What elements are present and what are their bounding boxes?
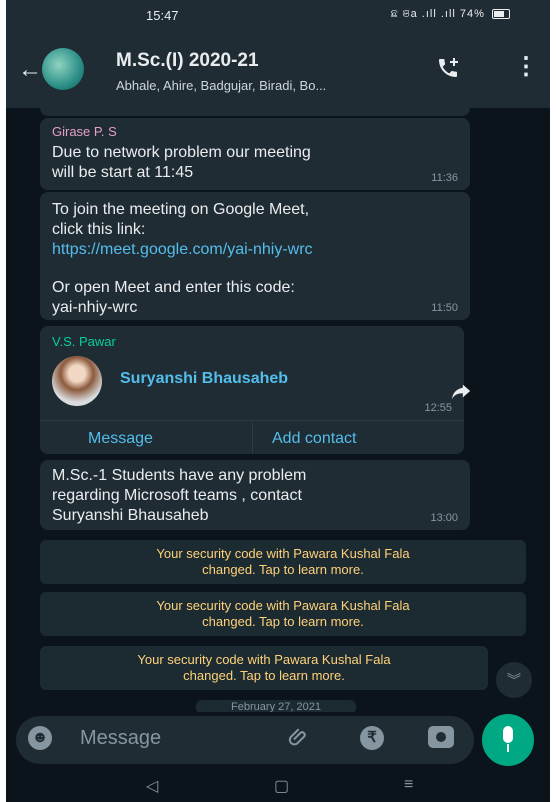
contact-name[interactable]: Suryanshi Bhausaheb bbox=[120, 370, 288, 388]
message-bubble[interactable]: M.Sc.-1 Students have any problem regard… bbox=[40, 460, 470, 530]
add-contact-button[interactable]: Add contact bbox=[272, 430, 357, 448]
message-time: 11:50 bbox=[431, 302, 458, 314]
contact-avatar[interactable] bbox=[52, 356, 102, 406]
emoji-icon[interactable]: ☻ bbox=[28, 726, 52, 750]
chat-header: ← M.Sc.(I) 2020-21 Abhale, Ahire, Badguj… bbox=[6, 30, 550, 108]
status-bar: 15:47 ଛ ଞa .ıll .ıll 74% bbox=[6, 0, 550, 30]
message-text: Or open Meet and enter this code: yai-nh… bbox=[52, 279, 295, 316]
nav-recents-icon[interactable]: ≡ bbox=[404, 776, 413, 794]
divider bbox=[252, 421, 253, 454]
message-sender: V.S. Pawar bbox=[52, 334, 116, 349]
microphone-icon[interactable] bbox=[482, 714, 534, 766]
message-contact-button[interactable]: Message bbox=[88, 430, 153, 448]
security-code-notice[interactable]: Your security code with Pawara Kushal Fa… bbox=[40, 540, 526, 584]
status-time: 15:47 bbox=[146, 8, 179, 23]
meet-link[interactable]: https://meet.google.com/yai-nhiy-wrc bbox=[52, 240, 458, 260]
battery-icon bbox=[492, 9, 510, 20]
message-time: 11:36 bbox=[431, 172, 458, 184]
message-bubble[interactable]: Girase P. S Due to network problem our m… bbox=[40, 118, 470, 190]
group-members[interactable]: Abhale, Ahire, Badgujar, Biradi, Bo... bbox=[116, 78, 416, 93]
nav-back-icon[interactable]: ◁ bbox=[146, 776, 158, 796]
more-options-icon[interactable]: ⋮ bbox=[514, 52, 538, 81]
forward-icon[interactable] bbox=[446, 380, 476, 410]
status-icons: ଛ ଞa .ıll .ıll 74% bbox=[391, 8, 510, 21]
message-bubble[interactable] bbox=[40, 108, 470, 116]
chat-area[interactable]: Girase P. S Due to network problem our m… bbox=[6, 108, 550, 712]
message-text: M.Sc.-1 Students have any problem regard… bbox=[52, 467, 307, 524]
attach-icon[interactable] bbox=[288, 727, 310, 755]
group-title[interactable]: M.Sc.(I) 2020-21 bbox=[116, 50, 259, 72]
phone-screen: 15:47 ଛ ଞa .ıll .ıll 74% ← M.Sc.(I) 2020… bbox=[6, 0, 550, 802]
message-text: To join the meeting on Google Meet, clic… bbox=[52, 201, 310, 238]
group-avatar[interactable] bbox=[42, 48, 84, 90]
back-arrow-icon[interactable]: ← bbox=[18, 56, 42, 84]
contact-card[interactable]: V.S. Pawar Suryanshi Bhausaheb 12:55 Mes… bbox=[40, 326, 464, 454]
date-chip: February 27, 2021 bbox=[196, 700, 356, 712]
message-text: Due to network problem our meeting will … bbox=[52, 144, 311, 181]
nav-home-icon[interactable]: ▢ bbox=[274, 776, 289, 796]
security-code-notice[interactable]: Your security code with Pawara Kushal Fa… bbox=[40, 646, 488, 690]
scroll-down-icon[interactable]: ︾ bbox=[496, 662, 532, 698]
message-time: 13:00 bbox=[430, 512, 458, 524]
camera-icon[interactable] bbox=[428, 726, 454, 748]
message-input[interactable]: Message bbox=[80, 727, 161, 750]
payment-icon[interactable]: ₹ bbox=[360, 726, 384, 750]
battery-percent: 74% bbox=[459, 8, 485, 20]
security-code-notice[interactable]: Your security code with Pawara Kushal Fa… bbox=[40, 592, 526, 636]
signal-icons: ଛ ଞa .ıll .ıll bbox=[390, 8, 456, 20]
message-input-bar[interactable]: ☻ Message ₹ bbox=[16, 716, 474, 764]
message-sender: Girase P. S bbox=[52, 124, 117, 139]
message-bubble[interactable]: To join the meeting on Google Meet, clic… bbox=[40, 192, 470, 320]
add-call-icon[interactable] bbox=[436, 56, 460, 86]
system-nav-bar: ◁ ▢ ≡ bbox=[6, 770, 550, 802]
